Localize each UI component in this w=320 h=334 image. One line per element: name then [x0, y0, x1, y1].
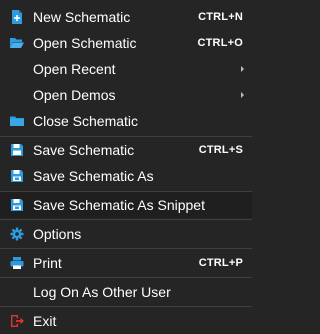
menu-item-save-schematic[interactable]: Save Schematic CTRL+S: [0, 137, 252, 163]
menu-item-label: Open Schematic: [33, 35, 137, 51]
menu-separator: [0, 248, 252, 249]
gear-icon: [10, 227, 24, 241]
menu-item-label: Save Schematic: [33, 142, 135, 158]
menu-item-label: Print: [33, 255, 62, 271]
menu-item-open-schematic[interactable]: Open Schematic CTRL+O: [0, 30, 252, 56]
file-menu: New Schematic CTRL+N Open Schematic CTRL…: [0, 0, 252, 334]
menu-separator: [0, 219, 252, 220]
menu-item-label: Open Demos: [33, 87, 116, 103]
menu-item-print[interactable]: Print CTRL+P: [0, 250, 252, 276]
menu-item-exit[interactable]: Exit: [0, 308, 252, 334]
shortcut-label: CTRL+N: [198, 11, 243, 23]
new-file-icon: [10, 10, 24, 24]
menu-item-save-schematic-as[interactable]: Save Schematic As: [0, 163, 252, 189]
folder-icon: [10, 114, 24, 128]
menu-item-label: Save Schematic As Snippet: [33, 197, 205, 213]
menu-item-label: Exit: [33, 313, 57, 329]
exit-icon: [10, 314, 24, 328]
menu-item-close-schematic[interactable]: Close Schematic: [0, 108, 252, 134]
save-as-icon: [10, 169, 24, 183]
submenu-arrow-icon: [241, 66, 244, 72]
save-snippet-icon: [10, 198, 24, 212]
menu-separator: [0, 277, 252, 278]
menu-item-label: Open Recent: [33, 61, 116, 77]
menu-item-label: Log On As Other User: [33, 284, 171, 300]
printer-icon: [10, 256, 24, 270]
shortcut-label: CTRL+O: [197, 37, 243, 49]
menu-item-options[interactable]: Options: [0, 221, 252, 247]
menu-item-label: New Schematic: [33, 9, 131, 25]
menu-item-open-demos[interactable]: Open Demos: [0, 82, 252, 108]
submenu-arrow-icon: [241, 92, 244, 98]
menu-item-open-recent[interactable]: Open Recent: [0, 56, 252, 82]
menu-item-label: Close Schematic: [33, 113, 139, 129]
menu-item-label: Save Schematic As: [33, 168, 154, 184]
folder-open-icon: [10, 36, 24, 50]
menu-item-new-schematic[interactable]: New Schematic CTRL+N: [0, 4, 252, 30]
menu-separator: [0, 306, 252, 307]
menu-item-save-schematic-as-snippet[interactable]: Save Schematic As Snippet: [0, 192, 252, 218]
menu-item-log-on-as-other-user[interactable]: Log On As Other User: [0, 279, 252, 305]
shortcut-label: CTRL+S: [198, 144, 243, 156]
shortcut-label: CTRL+P: [198, 257, 243, 269]
save-icon: [10, 143, 24, 157]
menu-item-label: Options: [33, 226, 82, 242]
